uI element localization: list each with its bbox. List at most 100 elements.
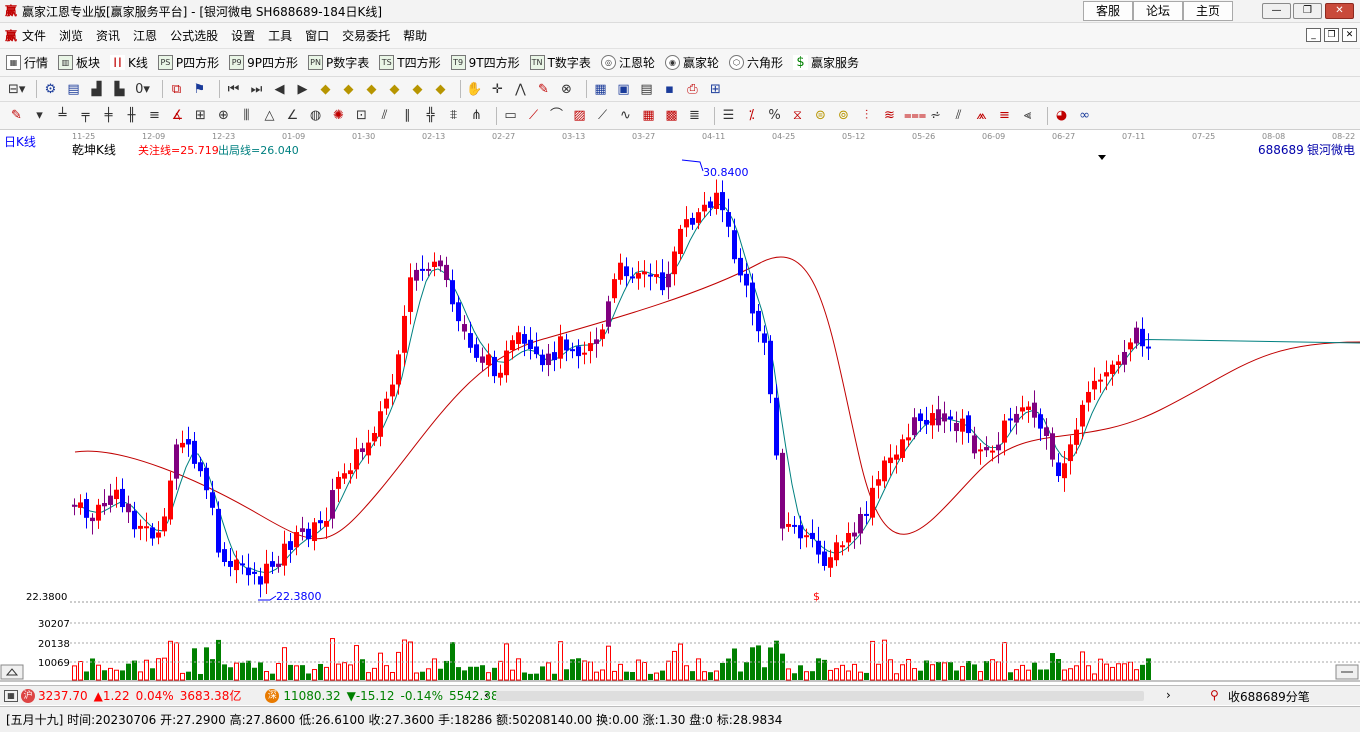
tool-star-icon[interactable]: ✺	[330, 107, 347, 124]
calculator-icon[interactable]: ▣	[615, 81, 632, 98]
percent-icon[interactable]: %	[766, 107, 783, 124]
tick-detail-icon[interactable]: ⚲	[1210, 688, 1219, 702]
tick-detail-label[interactable]: 收688689分笔	[1228, 688, 1310, 705]
period-select-icon[interactable]: ⊟▾	[8, 81, 25, 98]
tool-grid-icon[interactable]: ⊞	[192, 107, 209, 124]
crosshair-icon[interactable]: ✛	[489, 81, 506, 98]
diamond-left-icon[interactable]: ◆	[363, 81, 380, 98]
menu-formula[interactable]: 公式选股	[170, 27, 218, 44]
pen-icon[interactable]: ✎	[8, 107, 25, 124]
toolbar-blocks-button[interactable]: ▥ 板块	[58, 54, 100, 71]
tool-gann-fan-icon[interactable]: ⧖	[789, 107, 806, 124]
tool-channel-icon[interactable]: ⫽	[950, 107, 967, 124]
scroll-left-icon[interactable]: ‹	[484, 688, 489, 702]
menu-browse[interactable]: 浏览	[59, 27, 83, 44]
tool-lines-icon[interactable]: ⫽	[376, 107, 393, 124]
diamond-up-icon[interactable]: ◆	[317, 81, 334, 98]
diamond-down-icon[interactable]: ◆	[340, 81, 357, 98]
menu-help[interactable]: 帮助	[403, 27, 427, 44]
brush-icon[interactable]: ✎	[535, 81, 552, 98]
tool-arc-icon[interactable]: ⌒	[548, 107, 565, 124]
tool-list-icon[interactable]: ☰	[720, 107, 737, 124]
close-icon[interactable]: ✕	[1325, 3, 1354, 19]
menu-info[interactable]: 资讯	[96, 27, 120, 44]
last-page-icon[interactable]: ⏭	[248, 81, 265, 98]
tool-table-icon[interactable]: ▦	[640, 107, 657, 124]
toolbar-pn-button[interactable]: PN P数字表	[308, 54, 369, 71]
mdi-restore-icon[interactable]: ❐	[1324, 28, 1339, 42]
toolbar-gann-wheel-button[interactable]: ◎ 江恩轮	[600, 54, 655, 71]
save-icon[interactable]: ▪	[661, 81, 678, 98]
scroll-right-icon[interactable]: ›	[1166, 688, 1171, 702]
tool-fence-icon[interactable]: ⩶	[904, 107, 926, 124]
color-wheel-icon[interactable]: ◕	[1053, 107, 1070, 124]
tool-split-icon[interactable]: ⫶	[858, 107, 875, 124]
tool-comb4-icon[interactable]: ╫	[123, 107, 140, 124]
tool-rect-icon[interactable]: ▭	[502, 107, 519, 124]
calendar-icon[interactable]: ▦	[592, 81, 609, 98]
gear-icon[interactable]: ⚙	[42, 81, 59, 98]
tool-comb5-icon[interactable]: ≡	[146, 107, 163, 124]
flag-icon[interactable]: ⚑	[191, 81, 208, 98]
tool-spiral-icon[interactable]: ◍	[307, 107, 324, 124]
tool-mixed-icon[interactable]: ╬	[422, 107, 439, 124]
diamond-zoom-in-icon[interactable]: ◆	[409, 81, 426, 98]
toolbar-tn-button[interactable]: TN T数字表	[529, 54, 591, 71]
restore-icon[interactable]: ❐	[1293, 3, 1322, 19]
tool-comb1-icon[interactable]: ╧	[54, 107, 71, 124]
tool-columns-icon[interactable]: ⫼	[238, 107, 255, 124]
diamond-right-icon[interactable]: ◆	[386, 81, 403, 98]
toolbar-p9-button[interactable]: P9 9P四方形	[229, 54, 298, 71]
tool-cycle-icon[interactable]: ⊜	[812, 107, 829, 124]
toolbar-t9-button[interactable]: T9 9T四方形	[450, 54, 520, 71]
menu-file[interactable]: 文件	[22, 27, 46, 44]
tool-band-icon[interactable]: ≋	[881, 107, 898, 124]
menu-gann[interactable]: 江恩	[133, 27, 157, 44]
tool-ray-icon[interactable]: ⟋	[525, 107, 542, 124]
chart-bars-icon[interactable]: ▙	[111, 81, 128, 98]
link-icon[interactable]: ⊗	[558, 81, 575, 98]
toolbar-ps-button[interactable]: PS P四方形	[157, 54, 219, 71]
menu-window[interactable]: 窗口	[305, 27, 329, 44]
export-icon[interactable]: ⊞	[707, 81, 724, 98]
scroll-up-button[interactable]	[0, 664, 24, 680]
tool-line-icon[interactable]: ⟋	[594, 107, 611, 124]
tool-box-icon[interactable]: ⊡	[353, 107, 370, 124]
forum-button[interactable]: 论坛	[1133, 1, 1183, 21]
tool-lines2-icon[interactable]: ≡	[996, 107, 1013, 124]
compare-icon[interactable]: ⧉	[168, 81, 185, 98]
tool-triangle-icon[interactable]: △	[261, 107, 278, 124]
prev-icon[interactable]: ◀	[271, 81, 288, 98]
mdi-minimize-icon[interactable]: _	[1306, 28, 1321, 42]
grid-icon[interactable]: ▦	[4, 689, 18, 702]
doc-icon[interactable]: ▤	[65, 81, 82, 98]
tool-comb3-icon[interactable]: ╪	[100, 107, 117, 124]
tool-wave-icon[interactable]: ∿	[617, 107, 634, 124]
menu-trade[interactable]: 交易委托	[342, 27, 390, 44]
menu-tools[interactable]: 工具	[268, 27, 292, 44]
hand-icon[interactable]: ✋	[466, 81, 483, 98]
horizontal-scrollbar[interactable]: ‹ ›	[478, 688, 1178, 703]
notebook-icon[interactable]: ▤	[638, 81, 655, 98]
tool-angles-icon[interactable]: ⩕	[973, 107, 990, 124]
toolbar-quotes-button[interactable]: ▦ 行情	[6, 54, 48, 71]
diamond-zoom-out-icon[interactable]: ◆	[432, 81, 449, 98]
tool-speed-icon[interactable]: ⩫	[927, 107, 944, 124]
arrow-select-icon[interactable]: ▾	[31, 107, 48, 124]
print-icon[interactable]: ⎙	[684, 81, 701, 98]
tool-lines3-icon[interactable]: ⫷	[1019, 107, 1036, 124]
sz-index-icon[interactable]: 深	[265, 688, 280, 703]
tool-hatch-icon[interactable]: ▨	[571, 107, 588, 124]
tool-circle-icon[interactable]: ⊕	[215, 107, 232, 124]
infinity-icon[interactable]: ∞	[1076, 107, 1093, 124]
tool-comb2-icon[interactable]: ╤	[77, 107, 94, 124]
dropdown-marker-icon[interactable]	[1098, 155, 1106, 160]
tool-coin-icon[interactable]: ⊚	[835, 107, 852, 124]
zigzag-icon[interactable]: ⋀	[512, 81, 529, 98]
tool-ladder-icon[interactable]: ⩨	[445, 107, 462, 124]
tool-pitch-icon[interactable]: ⋔	[468, 107, 485, 124]
zero-select-icon[interactable]: 0▾	[134, 81, 151, 98]
tool-parallel-icon[interactable]: ∥	[399, 107, 416, 124]
toolbar-winner-wheel-button[interactable]: ◉ 赢家轮	[664, 54, 719, 71]
next-icon[interactable]: ▶	[294, 81, 311, 98]
